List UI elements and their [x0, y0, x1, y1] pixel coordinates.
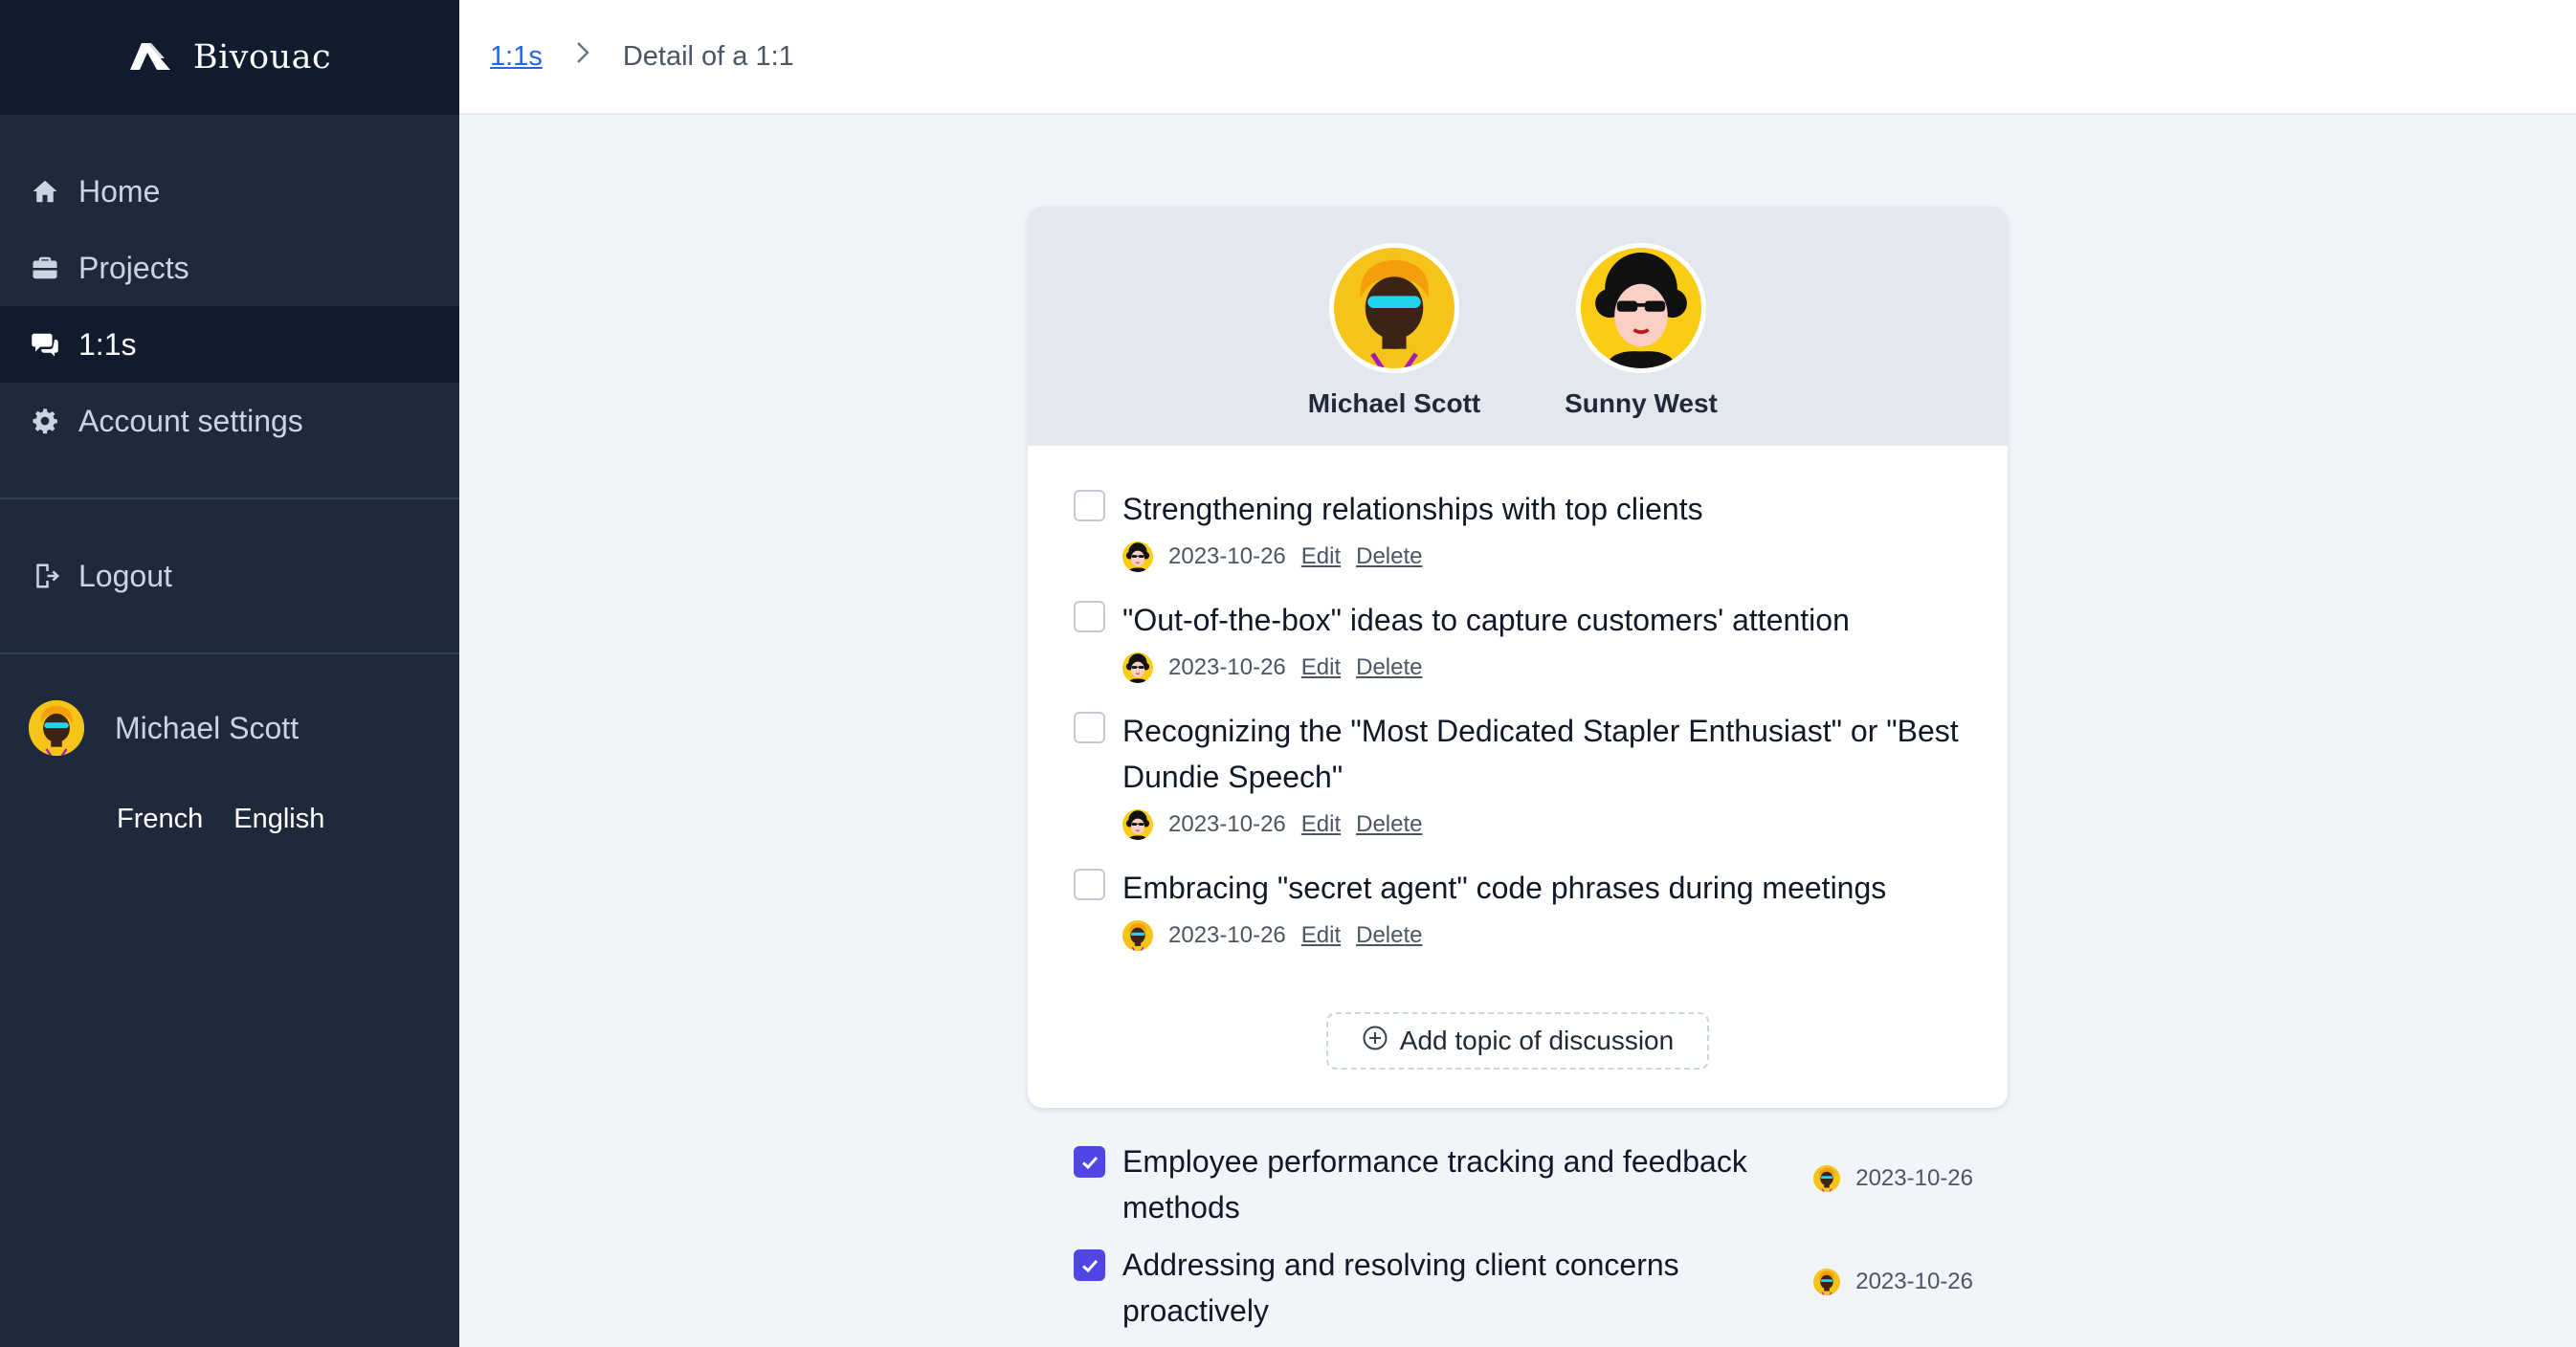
topic-meta: 2023-10-26 Edit Delete	[1122, 920, 1984, 951]
main-nav: Home Projects 1:1s Account settings	[0, 115, 459, 459]
briefcase-icon	[33, 256, 57, 279]
avatar	[1122, 541, 1153, 572]
plus-circle-icon	[1362, 1025, 1388, 1058]
completed-topics: Employee performance tracking and feedba…	[1074, 1138, 1973, 1345]
topic-meta: 2023-10-26	[1813, 1269, 1973, 1295]
check-icon	[1081, 1259, 1098, 1272]
topic-date: 2023-10-26	[1855, 1269, 1973, 1294]
topic-date: 2023-10-26	[1168, 922, 1286, 948]
topic-meta: 2023-10-26 Edit Delete	[1122, 652, 1984, 683]
user-name: Michael Scott	[115, 710, 300, 745]
list-item: Strengthening relationships with top cli…	[1074, 486, 2008, 572]
topic-list: Strengthening relationships with top cli…	[1028, 446, 2008, 951]
logout-icon	[36, 563, 59, 588]
list-item: Employee performance tracking and feedba…	[1074, 1138, 1973, 1230]
topic-checkbox-checked[interactable]	[1074, 1249, 1105, 1281]
avatar	[1122, 809, 1153, 840]
topic-title: Addressing and resolving client concerns…	[1122, 1248, 1679, 1328]
avatar	[1813, 1165, 1840, 1192]
participant: Sunny West	[1545, 243, 1737, 446]
topic-date: 2023-10-26	[1168, 811, 1286, 837]
edit-link[interactable]: Edit	[1301, 654, 1341, 681]
topic-meta: 2023-10-26 Edit Delete	[1122, 809, 1984, 840]
avatar	[1813, 1269, 1840, 1295]
logout-section: Logout	[0, 499, 459, 652]
topic-checkbox[interactable]	[1074, 601, 1105, 632]
topic-checkbox[interactable]	[1074, 869, 1105, 900]
lang-french[interactable]: French	[117, 804, 203, 835]
edit-link[interactable]: Edit	[1301, 922, 1341, 949]
topic-title: Recognizing the "Most Dedicated Stapler …	[1122, 714, 1959, 794]
add-topic-button[interactable]: Add topic of discussion	[1326, 1012, 1709, 1070]
topic-checkbox[interactable]	[1074, 712, 1105, 743]
delete-link[interactable]: Delete	[1356, 811, 1422, 838]
topic-date: 2023-10-26	[1168, 654, 1286, 680]
topic-date: 2023-10-26	[1168, 543, 1286, 569]
topic-title: "Out-of-the-box" ideas to capture custom…	[1122, 603, 1850, 637]
participants: Michael Scott Sunny West	[1028, 207, 2008, 446]
topic-meta: 2023-10-26 Edit Delete	[1122, 541, 1984, 572]
edit-link[interactable]: Edit	[1301, 543, 1341, 570]
sidebar-item-projects[interactable]: Projects	[0, 230, 459, 306]
avatar	[29, 700, 84, 756]
brand[interactable]: Bivouac	[0, 0, 459, 115]
lang-english[interactable]: English	[233, 804, 324, 835]
chevron-right-icon	[575, 40, 590, 73]
sidebar-item-label: 1:1s	[78, 326, 137, 362]
edit-link[interactable]: Edit	[1301, 811, 1341, 838]
home-icon	[33, 180, 57, 203]
gear-icon	[33, 409, 57, 434]
avatar	[1122, 652, 1153, 683]
delete-link[interactable]: Delete	[1356, 654, 1422, 681]
topic-title: Employee performance tracking and feedba…	[1122, 1144, 1747, 1225]
tent-icon	[128, 39, 172, 77]
avatar	[1329, 243, 1459, 373]
participant-name: Michael Scott	[1307, 388, 1481, 418]
sidebar-item-label: Account settings	[78, 403, 303, 438]
check-icon	[1081, 1156, 1098, 1169]
topic-checkbox-checked[interactable]	[1074, 1146, 1105, 1178]
list-item: "Out-of-the-box" ideas to capture custom…	[1074, 597, 2008, 683]
breadcrumb-parent-link[interactable]: 1:1s	[490, 41, 543, 73]
breadcrumb-current: Detail of a 1:1	[622, 40, 794, 72]
logout-button[interactable]: Logout	[0, 538, 459, 614]
topic-meta: 2023-10-26	[1813, 1165, 1973, 1192]
logout-label: Logout	[78, 558, 172, 593]
delete-link[interactable]: Delete	[1356, 922, 1422, 949]
avatar	[1576, 243, 1706, 373]
delete-link[interactable]: Delete	[1356, 543, 1422, 570]
topic-checkbox[interactable]	[1074, 490, 1105, 521]
participant-name: Sunny West	[1565, 388, 1718, 418]
sidebar-item-label: Home	[78, 173, 161, 209]
avatar	[1122, 920, 1153, 951]
topic-title: Strengthening relationships with top cli…	[1122, 492, 1703, 526]
list-item: Embracing "secret agent" code phrases du…	[1074, 865, 2008, 951]
language-switcher: French English	[0, 756, 459, 835]
sidebar-item-one-on-ones[interactable]: 1:1s	[0, 306, 459, 383]
sidebar-item-home[interactable]: Home	[0, 153, 459, 230]
meeting-card: Michael Scott Sunny West Strengthening r…	[1028, 207, 2008, 1108]
sidebar: Bivouac Home Projects 1:1s Account setti…	[0, 0, 459, 1347]
add-topic-label: Add topic of discussion	[1399, 1026, 1675, 1055]
topic-title: Embracing "secret agent" code phrases du…	[1122, 871, 1887, 905]
chat-bubbles-icon	[32, 333, 58, 357]
breadcrumb: 1:1s Detail of a 1:1	[459, 0, 2576, 115]
participant: Michael Scott	[1299, 243, 1490, 446]
current-user[interactable]: Michael Scott	[0, 654, 459, 756]
app-name: Bivouac	[192, 38, 332, 77]
list-item: Recognizing the "Most Dedicated Stapler …	[1074, 708, 2008, 840]
sidebar-item-account-settings[interactable]: Account settings	[0, 383, 459, 459]
list-item: Addressing and resolving client concerns…	[1074, 1242, 1973, 1334]
topic-date: 2023-10-26	[1855, 1165, 1973, 1191]
sidebar-item-label: Projects	[78, 250, 189, 285]
